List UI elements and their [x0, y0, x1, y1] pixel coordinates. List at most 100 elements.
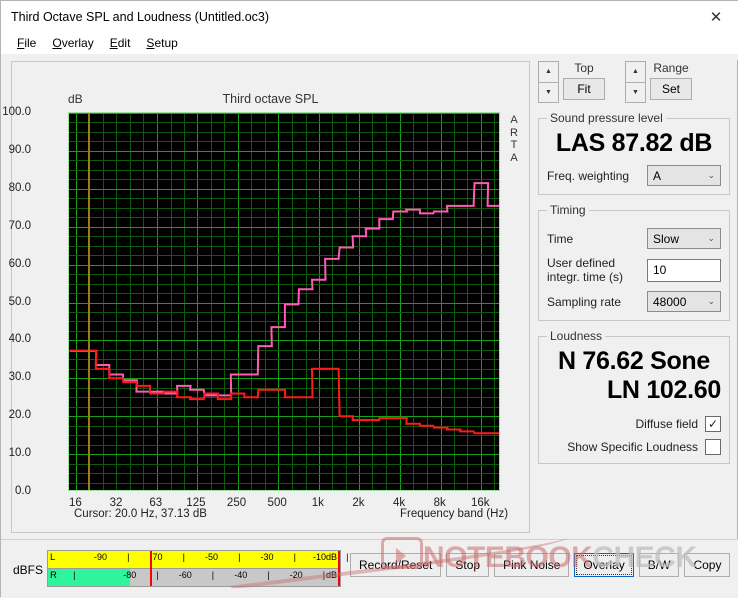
sound-pressure-level-group: Sound pressure level LAS 87.82 dB Freq. … [538, 111, 730, 195]
plot-curves [69, 182, 499, 435]
menu-separator [1, 54, 738, 60]
specific-loudness-row[interactable]: Show Specific Loudness [547, 439, 721, 455]
y-axis-tick-label: 100.0 [2, 106, 31, 118]
level-meter-right-fill [48, 569, 130, 586]
range-caption-column: Range Set [650, 61, 692, 103]
timing-group: Timing Time Slow ⌄ User defined integr. … [538, 203, 730, 321]
level-meter-tick: -30 [260, 552, 274, 562]
chart-title: Third octave SPL [222, 92, 319, 106]
sampling-rate-value: 48000 [653, 294, 687, 309]
arta-letter-a1: A [510, 114, 518, 126]
menu-item-edit[interactable]: Edit [102, 35, 139, 51]
level-meter-minor-tick: | [322, 570, 326, 580]
freq-weighting-row: Freq. weighting A ⌄ [547, 165, 721, 186]
pink-noise-button[interactable]: Pink Noise [494, 553, 570, 577]
top-spinner[interactable]: ▲ ▼ [538, 61, 559, 103]
x-axis-tick-label: 250 [226, 497, 247, 509]
record-reset-button[interactable]: Record/Reset [350, 553, 442, 577]
loudness-phon-unit: Phon [547, 405, 721, 409]
y-axis-tick-label: 90.0 [8, 143, 31, 156]
y-axis-tick-label: 40.0 [8, 333, 31, 346]
app-window: Third Octave SPL and Loudness (Untitled.… [0, 0, 738, 598]
level-meter-tick: -90 [94, 552, 108, 562]
level-meter-unit-top: dB [325, 552, 337, 562]
level-meter-minor-tick: | [156, 570, 159, 580]
menu-item-overlay[interactable]: Overlay [44, 35, 101, 51]
top-spinner-down-icon[interactable]: ▼ [538, 81, 559, 103]
range-spinner-up-icon[interactable]: ▲ [625, 61, 646, 82]
level-meter-tick: -10 [313, 552, 327, 562]
set-button[interactable]: Set [650, 78, 692, 100]
close-icon[interactable]: ✕ [693, 1, 738, 32]
level-meter-clip-right [338, 551, 340, 586]
dbfs-label: dBFS [13, 563, 44, 577]
freq-weighting-label: Freq. weighting [547, 168, 630, 183]
y-axis-tick-label: 30.0 [8, 371, 31, 384]
freq-weighting-value: A [653, 168, 662, 183]
specific-loudness-checkbox[interactable] [705, 439, 721, 455]
top-caption-column: Top Fit [563, 61, 605, 103]
x-axis-tick-label: 1k [311, 497, 324, 509]
b-w-button[interactable]: B/W [638, 553, 680, 577]
menu-item-overlay-rest: verlay [61, 36, 94, 50]
diffuse-field-row[interactable]: Diffuse field ✓ [547, 416, 721, 432]
timing-legend: Timing [550, 203, 586, 217]
side-panel: ▲ ▼ Top Fit ▲ ▼ Range Set Sound pressure… [538, 61, 730, 472]
diffuse-field-checkbox[interactable]: ✓ [705, 416, 721, 432]
arta-letter-t: T [510, 139, 518, 151]
range-spinner[interactable]: ▲ ▼ [625, 61, 646, 103]
sampling-rate-row: Sampling rate 48000 ⌄ [547, 291, 721, 312]
spl-curve [69, 349, 499, 435]
level-meter-right-lane: R -80 | -60 | -40 | -20 | | dB [48, 569, 340, 586]
y-axis-tick-label: 70.0 [8, 219, 31, 232]
menu-item-edit-accel: E [109, 36, 118, 50]
level-meter-tick: -80 [123, 570, 137, 580]
time-label: Time [547, 231, 574, 246]
y-axis-tick-label: 80.0 [8, 181, 31, 194]
integr-time-row: User defined integr. time (s) 10 [547, 256, 721, 284]
range-control-group: ▲ ▼ Range Set [625, 61, 692, 103]
menu-item-file[interactable]: File [9, 35, 44, 51]
level-meter-tick: -50 [205, 552, 219, 562]
y-axis-tick-label: 50.0 [8, 295, 31, 308]
x-axis-tick-label: 2k [352, 497, 365, 509]
window-title: Third Octave SPL and Loudness (Untitled.… [11, 9, 270, 24]
integr-time-input[interactable]: 10 [647, 258, 721, 282]
overlay-button[interactable]: Overlay [574, 553, 634, 577]
chevron-down-icon: ⌄ [707, 170, 715, 180]
spl-plot[interactable] [68, 112, 500, 491]
menu-item-edit-rest: dit [117, 36, 131, 50]
integr-time-label: User defined integr. time (s) [547, 256, 623, 284]
spl-legend: Sound pressure level [550, 111, 663, 125]
menu-item-setup[interactable]: Setup [138, 35, 185, 51]
loudness-readout: N 76.62 Sone LN 102.60 Phon [547, 347, 721, 409]
y-axis-tick-label: 0.0 [15, 485, 31, 497]
y-axis-tick-label: 10.0 [8, 447, 31, 460]
menu-bar: File Overlay Edit Setup [1, 32, 738, 54]
sampling-rate-select[interactable]: 48000 ⌄ [647, 291, 721, 312]
range-spinner-down-icon[interactable]: ▼ [625, 81, 646, 103]
loudness-legend: Loudness [550, 329, 603, 343]
loudness-group: Loudness N 76.62 Sone LN 102.60 Phon Dif… [538, 329, 730, 464]
fit-button[interactable]: Fit [563, 78, 605, 100]
level-meter-left-channel: L [50, 552, 56, 563]
loudness-phon-value: LN 102.60 [606, 376, 721, 404]
menu-item-setup-rest: etup [154, 36, 178, 50]
time-select[interactable]: Slow ⌄ [647, 228, 721, 249]
copy-button[interactable]: Copy [684, 553, 731, 577]
level-meter-unit-bottom: dB [325, 570, 337, 580]
level-meter-left-lane: L -90 | -70 | -50 | -30 | -10 | dB [48, 551, 348, 568]
level-meter-tick: -40 [234, 570, 248, 580]
cursor-readout: Cursor: 20.0 Hz, 37.13 dB [74, 508, 207, 520]
level-meter-minor-tick: | [127, 552, 130, 562]
level-meter-minor-tick: | [267, 570, 270, 580]
scale-controls: ▲ ▼ Top Fit ▲ ▼ Range Set [538, 61, 730, 103]
level-meter-right-channel: R [50, 570, 57, 581]
stop-button[interactable]: Stop [446, 553, 490, 577]
top-spinner-up-icon[interactable]: ▲ [538, 61, 559, 82]
freq-weighting-select[interactable]: A ⌄ [647, 165, 721, 186]
spl-value: LAS 87.82 dB [555, 129, 713, 157]
level-meter-minor-tick: | [293, 552, 296, 562]
integr-time-label-line1: User defined [547, 256, 616, 270]
chevron-down-icon: ⌄ [707, 296, 715, 306]
